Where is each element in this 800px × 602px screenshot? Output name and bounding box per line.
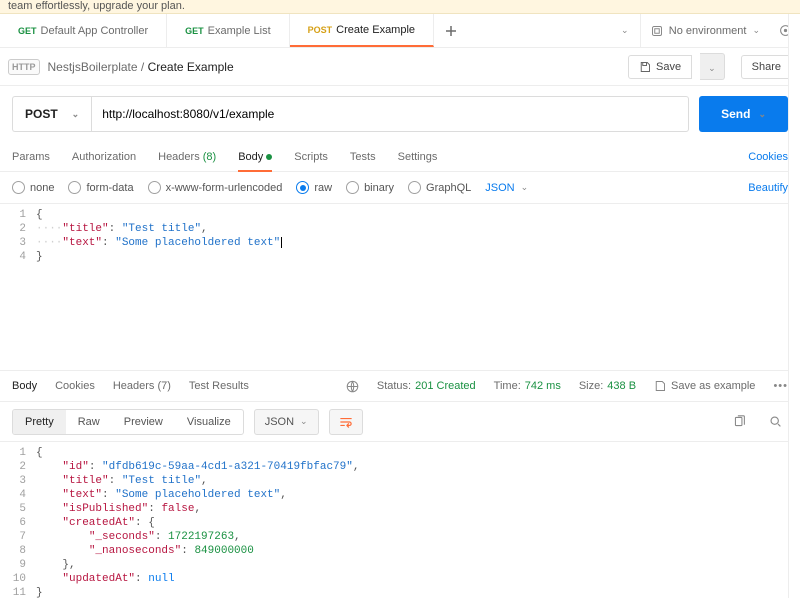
share-button[interactable]: Share [741,55,792,79]
method-selector[interactable]: POST⌄ [12,96,91,132]
body-graphql-radio[interactable]: GraphQL [408,181,471,194]
response-section-tabs: Body Cookies Headers (7) Test Results St… [0,370,800,402]
chevron-down-icon: ⌄ [300,416,308,427]
time-value: 742 ms [525,380,561,392]
tab-tests[interactable]: Tests [350,151,376,163]
view-preview[interactable]: Preview [112,410,175,434]
search-icon [769,415,782,428]
right-rail [788,14,800,598]
chevron-down-icon: ⌄ [758,109,766,120]
resp-tab-headers[interactable]: Headers (7) [113,380,171,392]
save-dropdown[interactable]: ⌄ [700,53,725,80]
body-none-radio[interactable]: none [12,181,54,194]
response-body-viewer[interactable]: 1234567891011 { "id": "dfdb619c-59aa-4cd… [0,442,800,602]
network-icon[interactable] [346,380,359,393]
chevron-down-icon: ⌄ [72,109,80,120]
tab-body[interactable]: Body [238,151,272,163]
request-section-tabs: Params Authorization Headers (8) Body Sc… [0,142,800,172]
view-pretty[interactable]: Pretty [13,410,66,434]
resp-tab-cookies[interactable]: Cookies [55,380,95,392]
response-format-selector[interactable]: JSON⌄ [254,409,319,435]
environment-icon [651,25,663,37]
modified-indicator [266,154,272,160]
size-value: 438 B [607,380,636,392]
wrap-lines-button[interactable] [329,409,363,435]
tab-example-list[interactable]: GETExample List [167,14,290,47]
chevron-down-icon: ⌄ [521,182,529,193]
body-formdata-radio[interactable]: form-data [68,181,133,194]
request-title-row: HTTP NestjsBoilerplate / Create Example … [0,48,800,86]
save-as-example-button[interactable]: Save as example [654,380,755,392]
http-badge: HTTP [8,59,40,75]
view-visualize[interactable]: Visualize [175,410,243,434]
resp-tab-body[interactable]: Body [12,380,37,392]
url-input[interactable] [91,96,689,132]
tab-headers[interactable]: Headers (8) [158,151,216,163]
new-tab-button[interactable] [434,25,468,37]
environment-selector[interactable]: No environment ⌄ [640,14,770,47]
save-icon [654,380,666,392]
wrap-icon [339,416,353,428]
body-raw-radio[interactable]: raw [296,181,332,194]
upgrade-banner: team effortlessly, upgrade your plan. [0,0,800,14]
size-label: Size: 438 B [579,380,636,392]
cookies-link[interactable]: Cookies [748,151,788,163]
chevron-down-icon: ⌄ [752,25,760,36]
body-type-options: none form-data x-www-form-urlencoded raw… [0,172,800,204]
view-raw[interactable]: Raw [66,410,112,434]
body-binary-radio[interactable]: binary [346,181,394,194]
copy-icon [733,415,746,428]
tab-authorization[interactable]: Authorization [72,151,136,163]
view-mode-group: Pretty Raw Preview Visualize [12,409,244,435]
time-label: Time: 742 ms [494,380,561,392]
response-view-controls: Pretty Raw Preview Visualize JSON⌄ [0,402,800,442]
request-body-editor[interactable]: 1234 { ····"title": "Test title", ····"t… [0,204,800,370]
tab-create-example[interactable]: POSTCreate Example [290,14,434,47]
breadcrumb[interactable]: NestjsBoilerplate / Create Example [48,60,234,74]
search-button[interactable] [762,409,788,435]
more-actions[interactable]: ••• [773,380,788,392]
status-value: 201 Created [415,380,476,392]
tab-params[interactable]: Params [12,151,50,163]
status-label: Status: 201 Created [377,380,476,392]
copy-button[interactable] [726,409,752,435]
save-icon [639,61,651,73]
tab-scripts[interactable]: Scripts [294,151,328,163]
line-gutter: 1234567891011 [0,442,36,602]
body-urlencoded-radio[interactable]: x-www-form-urlencoded [148,181,283,194]
url-row: POST⌄ Send⌄ [0,86,800,142]
send-button[interactable]: Send⌄ [699,96,788,132]
tab-default-app-controller[interactable]: GETDefault App Controller [0,14,167,47]
save-button[interactable]: Save [628,55,692,79]
resp-tab-tests[interactable]: Test Results [189,380,249,392]
request-tabs-row: GETDefault App Controller GETExample Lis… [0,14,800,48]
body-format-selector[interactable]: JSON⌄ [485,182,528,194]
tabs-overflow-dropdown[interactable]: ⌄ [610,25,640,36]
tab-settings[interactable]: Settings [398,151,438,163]
beautify-button[interactable]: Beautify [748,182,788,194]
line-gutter: 1234 [0,204,36,370]
